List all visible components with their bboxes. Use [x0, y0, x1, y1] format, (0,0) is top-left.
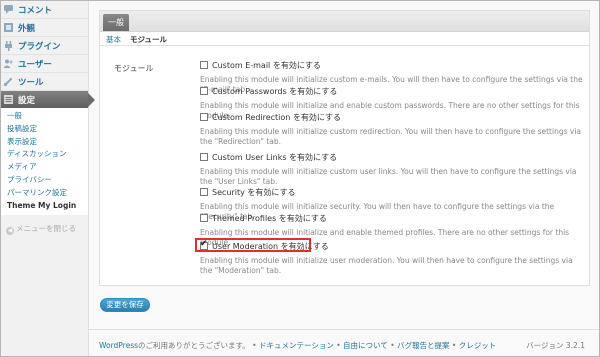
subtab-basic[interactable]: 基本 [106, 34, 121, 45]
module-label[interactable]: Custom Passwords を有効にする [212, 86, 337, 97]
custom-redirection-checkbox[interactable] [200, 113, 208, 121]
sidebar-item-comments[interactable]: コメント [1, 1, 88, 19]
sidebar-item-label: ツール [18, 78, 44, 88]
modules-section-label: モジュール [114, 64, 154, 73]
highlight-box [195, 238, 311, 252]
panel-header: 一般 [100, 11, 589, 32]
module-label[interactable]: Themed Profiles を有効にする [212, 213, 327, 224]
admin-sidebar: コメント 外観 プラグイン ユーザー ツール 設定 一般 投稿設定 表示設定 デ… [1, 1, 95, 356]
submenu-item-writing[interactable]: 投稿設定 [1, 123, 88, 136]
footer-thanks: のご利用ありがとうございます。 [138, 341, 250, 350]
custom-passwords-checkbox[interactable] [200, 87, 208, 95]
settings-submenu: 一般 投稿設定 表示設定 ディスカッション メディア プライバシー パーマリンク… [1, 108, 88, 216]
plugin-icon [5, 41, 12, 51]
sidebar-item-label: プラグイン [18, 42, 61, 52]
tools-icon [3, 77, 13, 87]
sidebar-item-plugins[interactable]: プラグイン [1, 37, 88, 55]
module-label[interactable]: Custom User Links を有効にする [212, 152, 337, 163]
admin-window: コメント 外観 プラグイン ユーザー ツール 設定 一般 投稿設定 表示設定 デ… [0, 0, 600, 357]
themed-profiles-checkbox[interactable] [200, 214, 208, 222]
subtabs-bar: 基本 モジュール [100, 31, 589, 46]
version-text: バージョン 3.2.1 [526, 341, 585, 350]
submenu-item-discussion[interactable]: ディスカッション [1, 148, 88, 161]
footer-divider [89, 329, 599, 330]
footer-link-feedback[interactable]: バグ報告と提案 [397, 341, 450, 350]
submenu-item-privacy[interactable]: プライバシー [1, 174, 88, 187]
subtab-modules[interactable]: モジュール [130, 34, 167, 45]
footer-link-credits[interactable]: クレジット [459, 341, 497, 350]
sidebar-item-label: 設定 [18, 96, 36, 106]
module-label[interactable]: Security を有効にする [212, 187, 295, 198]
module-label[interactable]: Custom E-mail を有効にする [212, 60, 321, 71]
sidebar-item-label: コメント [18, 6, 53, 16]
footer-link-freedoms[interactable]: 自由について [343, 341, 388, 350]
custom-email-checkbox[interactable] [200, 61, 208, 69]
submenu-item-theme-my-login[interactable]: Theme My Login [1, 200, 88, 213]
collapse-icon: ◀ [6, 227, 14, 235]
module-description: Enabling this module will initialize use… [200, 256, 573, 275]
module-custom-user-links: Custom User Links を有効にする Enabling this m… [200, 152, 584, 187]
settings-icon [4, 95, 13, 104]
footer-link-wordpress[interactable]: WordPress [99, 341, 138, 350]
module-description: Enabling this module will initialize cus… [200, 127, 582, 146]
settings-panel: 一般 基本 モジュール モジュール Custom E-mail を有効にする E… [99, 10, 590, 286]
sidebar-item-label: 外観 [18, 24, 36, 34]
collapse-menu-button[interactable]: ◀ メニューを閉じる [6, 223, 76, 235]
tab-general[interactable]: 一般 [103, 14, 129, 31]
sidebar-item-tools[interactable]: ツール [1, 73, 88, 91]
users-icon [3, 59, 13, 68]
module-description: Enabling this module will initialize cus… [200, 167, 577, 186]
module-custom-redirection: Custom Redirection を有効にする Enabling this … [200, 112, 584, 147]
active-menu-arrow [88, 93, 95, 107]
security-checkbox[interactable] [200, 188, 208, 196]
submenu-item-permalinks[interactable]: パーマリンク設定 [1, 187, 88, 200]
submenu-item-reading[interactable]: 表示設定 [1, 136, 88, 149]
collapse-label: メニューを閉じる [16, 224, 76, 233]
footer-link-documentation[interactable]: ドキュメンテーション [259, 341, 334, 350]
sidebar-item-label: ユーザー [18, 60, 52, 70]
save-changes-button[interactable]: 変更を保存 [100, 298, 150, 312]
footer-credits: WordPressのご利用ありがとうございます。 • ドキュメンテーション • … [99, 341, 497, 350]
appearance-icon [4, 23, 13, 32]
module-label[interactable]: Custom Redirection を有効にする [212, 112, 341, 123]
sidebar-item-appearance[interactable]: 外観 [1, 19, 88, 37]
submenu-item-general[interactable]: 一般 [1, 110, 88, 123]
sidebar-item-users[interactable]: ユーザー [1, 55, 88, 73]
submenu-item-media[interactable]: メディア [1, 161, 88, 174]
sidebar-item-settings[interactable]: 設定 [1, 91, 95, 109]
custom-user-links-checkbox[interactable] [200, 153, 208, 161]
comment-icon [4, 5, 13, 14]
